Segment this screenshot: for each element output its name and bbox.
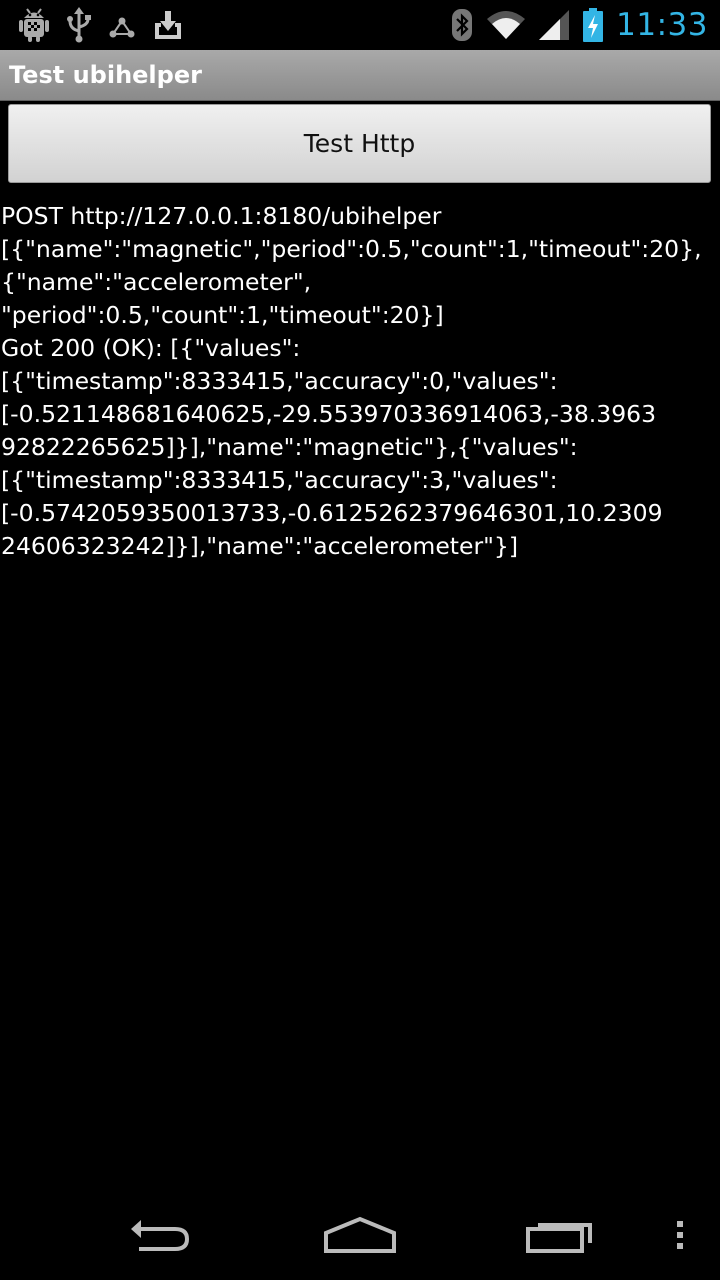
battery-charging-icon xyxy=(583,8,604,42)
test-http-button[interactable]: Test Http xyxy=(8,104,711,183)
title-bar: Test ubihelper xyxy=(0,50,720,101)
home-button[interactable] xyxy=(310,1190,410,1280)
notification-icons xyxy=(18,6,184,44)
app-title: Test ubihelper xyxy=(9,61,202,89)
http-output-text: POST http://127.0.0.1:8180/ubihelper [{"… xyxy=(1,202,702,560)
recent-apps-icon xyxy=(526,1223,592,1253)
wifi-icon xyxy=(487,11,526,39)
android-debug-icon xyxy=(19,8,49,42)
download-icon xyxy=(155,11,181,39)
back-button[interactable] xyxy=(110,1190,210,1280)
home-icon xyxy=(324,1216,396,1253)
recent-apps-button[interactable] xyxy=(510,1190,610,1280)
share-icon xyxy=(109,17,135,38)
usb-icon xyxy=(67,7,91,43)
clock: 11:33 xyxy=(616,7,708,43)
overflow-menu-icon xyxy=(677,1221,683,1249)
status-bar: 11:33 xyxy=(0,0,720,50)
navigation-bar xyxy=(0,1190,720,1280)
cell-signal-icon xyxy=(539,10,570,40)
back-icon xyxy=(131,1220,190,1251)
overflow-menu-button[interactable] xyxy=(660,1190,700,1280)
bluetooth-icon xyxy=(452,9,473,41)
system-indicators: 11:33 xyxy=(450,6,708,44)
